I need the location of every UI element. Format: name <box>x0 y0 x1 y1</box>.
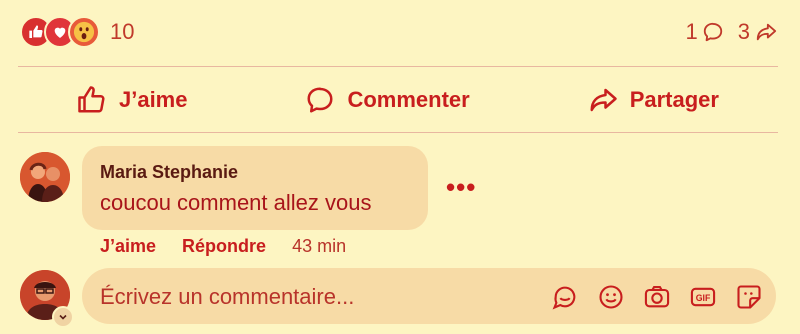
avatar-sticker-button[interactable] <box>550 282 580 312</box>
sticker-icon <box>737 285 761 309</box>
emoji-button[interactable] <box>596 282 626 312</box>
wow-reaction-icon <box>68 16 100 48</box>
post-action-bar: J’aime Commenter Partager <box>18 72 778 128</box>
comment-bubble-icon <box>307 87 333 113</box>
sticker-button[interactable] <box>734 282 764 312</box>
like-button[interactable]: J’aime <box>77 85 188 115</box>
like-label: J’aime <box>118 87 188 112</box>
share-count-stat[interactable]: 3 <box>738 19 778 45</box>
comment-input-placeholder: Écrivez un commentaire... <box>100 284 355 309</box>
thumbs-up-icon <box>78 86 105 113</box>
comment-bubble <box>82 146 428 230</box>
comment-text: coucou comment allez vous <box>100 190 372 215</box>
post-stats: 1 3 <box>686 16 779 48</box>
photo-button[interactable] <box>642 282 672 312</box>
account-switch-chevron[interactable] <box>52 306 74 328</box>
share-icon <box>756 23 777 41</box>
share-arrow-icon <box>590 88 617 112</box>
comment-like-link[interactable]: J’aime <box>100 236 156 257</box>
svg-text:GIF: GIF <box>696 293 711 303</box>
comment-reply-link[interactable]: Répondre <box>182 236 266 257</box>
share-count: 3 <box>737 19 750 44</box>
comment-timestamp: 43 min <box>292 236 347 256</box>
commenter-avatar[interactable] <box>20 152 70 202</box>
chevron-down-icon <box>59 314 67 320</box>
reaction-count[interactable]: 10 <box>110 19 134 45</box>
avatar-sticker-icon <box>552 286 576 310</box>
divider-top <box>18 66 778 67</box>
comment-label: Commenter <box>347 87 470 112</box>
comment-more-options[interactable]: ••• <box>446 172 476 203</box>
gif-button[interactable]: GIF <box>688 282 718 312</box>
composer-tools: GIF <box>550 282 764 312</box>
comment-author[interactable]: Maria Stephanie <box>100 162 238 183</box>
comment-count-stat[interactable]: 1 <box>686 19 724 45</box>
smiley-icon <box>599 285 623 309</box>
divider-bottom <box>18 132 778 133</box>
camera-icon <box>644 286 670 308</box>
comment-button[interactable]: Commenter <box>305 85 470 115</box>
reactions-summary[interactable]: 10 <box>20 16 134 48</box>
comment-icon <box>703 22 722 42</box>
share-button[interactable]: Partager <box>588 85 719 115</box>
gif-icon: GIF <box>690 287 716 307</box>
share-label: Partager <box>629 87 719 112</box>
comment-meta: J’aime Répondre 43 min <box>100 236 346 257</box>
comment-count: 1 <box>685 19 698 44</box>
